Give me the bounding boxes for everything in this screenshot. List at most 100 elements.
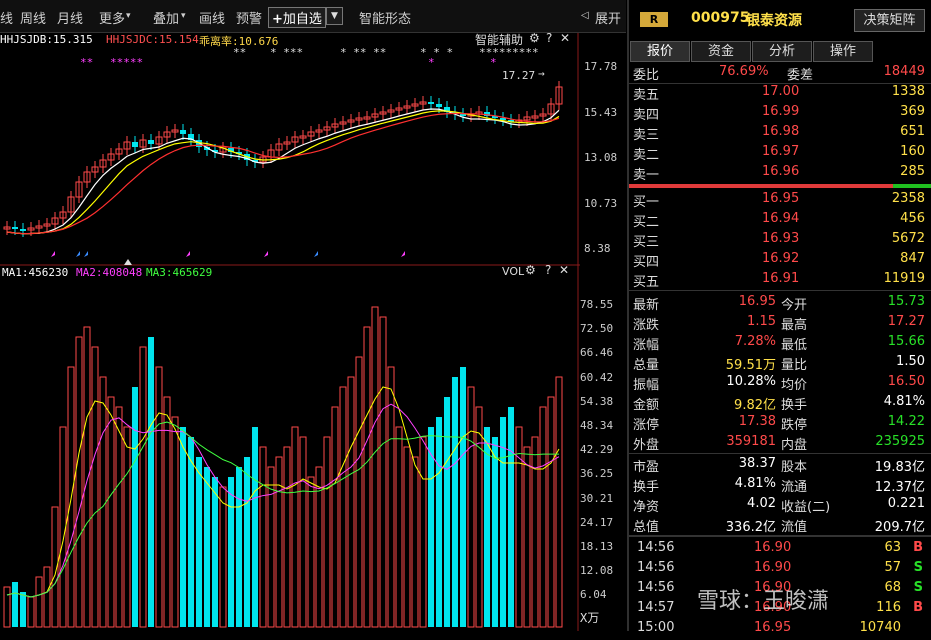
ask-label: 卖三 — [633, 128, 660, 143]
trade-side: S — [913, 560, 923, 575]
volume-bar — [180, 427, 186, 627]
watermark: 雪球：王晙潇 — [697, 589, 830, 614]
bid-volume: 456 — [900, 211, 925, 226]
decision-matrix-button[interactable]: 决策矩阵 — [854, 9, 925, 32]
ask-row: 卖三 16.98 651 — [629, 124, 931, 144]
toolbar-more[interactable]: 更多 — [99, 8, 125, 27]
volume-bar — [403, 446, 411, 628]
fundamental-label: 股本 — [781, 460, 808, 475]
stat-label: 换手 — [781, 398, 808, 413]
volume-bar — [3, 586, 11, 628]
price-axis-label: 17.78 — [584, 60, 618, 73]
ask-price: 16.98 — [762, 124, 800, 139]
toolbar-monthly-line[interactable]: 月线 — [57, 8, 83, 27]
ask-price: 16.97 — [762, 144, 800, 159]
toolbar-smart-pattern[interactable]: 智能形态 — [359, 8, 411, 27]
bid-label: 买四 — [633, 255, 660, 270]
chart-toolbar: 线 周线 月线 更多 ▾ 叠加 ▾ 画线 预警 +加自选 ▼ 智能形态 ◁ 展开 — [0, 0, 626, 33]
trade-time: 14:56 — [637, 540, 675, 555]
add-favorite-button[interactable]: +加自选 — [268, 7, 326, 28]
signal-arrow-icon — [264, 251, 268, 257]
bid-label: 买三 — [633, 235, 660, 250]
volume-bar — [452, 377, 458, 627]
help-icon[interactable]: ? — [545, 263, 551, 277]
volume-bar — [331, 406, 339, 628]
bid-price: 16.94 — [762, 211, 800, 226]
fundamental-label: 净资 — [633, 500, 660, 515]
stat-label: 振幅 — [633, 378, 660, 393]
toolbar-expand[interactable]: 展开 — [595, 8, 621, 27]
volume-bars — [3, 306, 563, 628]
fundamental-label: 收益(二) — [781, 500, 831, 515]
volume-bar — [523, 446, 531, 628]
ask-label: 卖五 — [633, 88, 660, 103]
trade-row: 14:56 16.90 63 B — [629, 540, 931, 560]
tab-operation[interactable]: 操作 — [813, 41, 873, 62]
trade-volume: 10740 — [859, 620, 901, 635]
ask-price: 17.00 — [762, 84, 800, 99]
stat-value: 59.51万 — [725, 358, 776, 373]
ask-row: 卖五 17.00 1338 — [629, 84, 931, 104]
volume-bar — [27, 596, 35, 628]
volume-bar — [283, 446, 291, 628]
ma-line — [6, 108, 560, 235]
volume-bar — [355, 356, 363, 628]
volume-bar — [115, 406, 123, 628]
price-axis-label: 10.73 — [584, 197, 618, 210]
cursor-marker-icon — [124, 259, 132, 265]
more-dropdown-icon[interactable]: ▾ — [126, 11, 131, 21]
trade-time: 14:56 — [637, 560, 675, 575]
stat-row: 外盘 359181 内盘 235925 — [629, 434, 931, 454]
volume-bar — [539, 406, 547, 628]
trade-time: 14:57 — [637, 600, 675, 615]
fundamental-value: 4.81% — [734, 476, 776, 491]
toolbar-overlay[interactable]: 叠加 — [153, 8, 179, 27]
stat-value: 359181 — [726, 434, 776, 449]
ask-label: 卖一 — [633, 168, 660, 183]
expand-arrow-icon[interactable]: ◁ — [581, 10, 589, 21]
volume-bar — [515, 426, 523, 628]
toolbar-draw-line[interactable]: 画线 — [199, 8, 225, 27]
volume-bar — [236, 467, 242, 627]
volume-bar — [83, 326, 91, 628]
volume-bar — [59, 426, 67, 628]
volume-bar — [148, 337, 154, 627]
kline-chart[interactable] — [0, 33, 626, 631]
ask-price: 16.99 — [762, 104, 800, 119]
stat-value: 1.50 — [896, 354, 925, 369]
toolbar-alert[interactable]: 预警 — [236, 8, 262, 27]
volume-bar — [323, 436, 331, 628]
ratio-bar-buy — [893, 184, 931, 188]
tab-quote[interactable]: 报价 — [630, 41, 690, 62]
price-axis-label: 13.08 — [584, 151, 618, 164]
overlay-dropdown-icon[interactable]: ▾ — [181, 11, 186, 21]
volume-bar — [419, 436, 427, 628]
vol-indicator-label[interactable]: VOL — [502, 265, 524, 278]
volume-bar — [339, 386, 347, 628]
vol-ma1: MA1:456230 — [2, 266, 69, 279]
ask-label: 卖二 — [633, 148, 660, 163]
ask-volume: 1338 — [891, 84, 925, 99]
candle-body — [132, 142, 138, 147]
bid-label: 买五 — [633, 275, 660, 290]
toolbar-weekly-line[interactable]: 周线 — [20, 8, 46, 27]
gear-icon[interactable]: ⚙ — [525, 263, 536, 277]
signal-arrow-icon — [186, 251, 190, 257]
fundamental-label: 市盈 — [633, 460, 660, 475]
tab-funds[interactable]: 资金 — [691, 41, 751, 62]
favorite-dropdown-icon[interactable]: ▼ — [326, 7, 343, 25]
volume-bar — [204, 467, 210, 627]
close-icon[interactable]: ✕ — [559, 263, 569, 277]
stat-value: 10.28% — [726, 374, 776, 389]
volume-bar — [460, 367, 466, 627]
ask-label: 卖四 — [633, 108, 660, 123]
volume-axis-label: 60.42 — [580, 370, 614, 384]
volume-axis-label: 66.46 — [580, 346, 614, 360]
stat-value: 14.22 — [887, 414, 925, 429]
tab-analysis[interactable]: 分析 — [752, 41, 812, 62]
stat-value: 9.82亿 — [734, 398, 776, 413]
volume-bar — [91, 346, 99, 628]
toolbar-daily-line[interactable]: 线 — [0, 8, 13, 27]
bid-row: 买三 16.93 5672 — [629, 231, 931, 251]
quote-panel: R 000975 银泰资源 决策矩阵 报价 资金 分析 操作 委比 76.69%… — [629, 0, 931, 635]
